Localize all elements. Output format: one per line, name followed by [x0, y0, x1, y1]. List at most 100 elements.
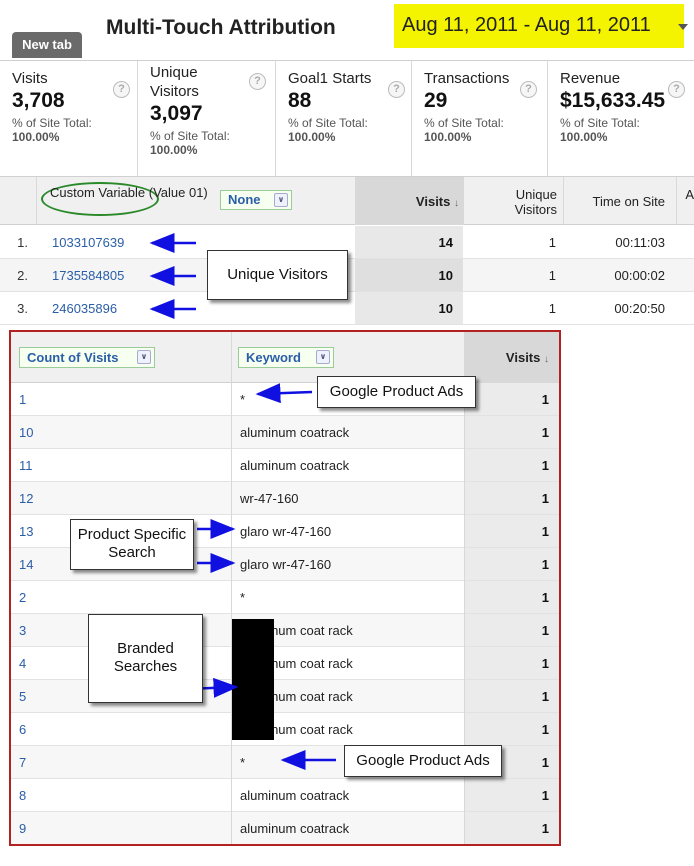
dimension-link[interactable]: 246035896	[52, 301, 117, 316]
callout-product-specific-search: Product Specific Search	[70, 519, 194, 570]
keyword-cell: aluminum coatrack	[240, 458, 350, 473]
visits-cell: 1	[541, 623, 549, 638]
visits-cell: 1	[541, 458, 549, 473]
keyword-cell: *	[240, 392, 246, 407]
metric-site-total-label: % of Site Total:	[150, 129, 230, 143]
row-index: 1.	[17, 235, 28, 250]
time-on-site-cell: 00:11:03	[615, 235, 665, 250]
keyword-select[interactable]: Keyword ∨	[238, 347, 334, 368]
metric-site-total: 100.00%	[288, 130, 336, 144]
help-icon[interactable]: ?	[668, 81, 685, 98]
count-link[interactable]: 5	[19, 689, 26, 704]
visits-header[interactable]: Visits ↓	[464, 350, 549, 365]
keyword-cell: aluminum coatrack	[240, 788, 350, 803]
table-row[interactable]: 6 aluminum coat rack 1	[11, 713, 559, 746]
keyword-cell: glaro wr-47-160	[240, 524, 332, 539]
visits-cell: 1	[541, 689, 549, 704]
chevron-down-icon	[678, 24, 688, 30]
table-row[interactable]: 12 wr-47-160 1	[11, 482, 559, 515]
count-link[interactable]: 7	[19, 755, 26, 770]
visits-cell: 1	[541, 491, 549, 506]
dimension-header[interactable]: Custom Variable (Value 01)	[50, 185, 210, 200]
visits-header-label: Visits	[505, 350, 541, 365]
help-icon[interactable]: ?	[249, 73, 266, 90]
table-row[interactable]: 11 aluminum coatrack 1	[11, 449, 559, 482]
keyword-cell: wr-47-160	[240, 491, 299, 506]
count-link[interactable]: 3	[19, 623, 26, 638]
secondary-dimension-value: None	[228, 192, 261, 207]
visits-cell: 1	[541, 656, 549, 671]
keyword-cell: aluminum coatrack	[240, 821, 350, 836]
row-index: 3.	[17, 301, 28, 316]
table-row[interactable]: 2 * 1	[11, 581, 559, 614]
visits-cell: 1	[541, 425, 549, 440]
count-link[interactable]: 6	[19, 722, 26, 737]
row-index: 2.	[17, 268, 28, 283]
count-link[interactable]: 9	[19, 821, 26, 836]
metrics-bar: Visits 3,708 % of Site Total: 100.00% ? …	[0, 60, 694, 177]
metric-site-total-label: % of Site Total:	[288, 116, 368, 130]
dimension-link[interactable]: 1735584805	[52, 268, 124, 283]
callout-google-product-ads-2: Google Product Ads	[344, 745, 502, 777]
count-of-visits-select[interactable]: Count of Visits ∨	[19, 347, 155, 368]
time-on-site-header[interactable]: Time on Site	[565, 194, 666, 209]
visits-cell: 1	[541, 557, 549, 572]
date-range-text: Aug 11, 2011 - Aug 11, 2011	[402, 14, 651, 36]
extra-header[interactable]: A	[676, 187, 694, 202]
visits-cell: 1	[541, 524, 549, 539]
count-link[interactable]: 1	[19, 392, 26, 407]
metric-site-total: 100.00%	[560, 130, 608, 144]
metric-value: 3,097	[150, 102, 203, 125]
visits-cell: 14	[438, 235, 453, 250]
count-link[interactable]: 11	[19, 458, 33, 473]
keyword-cell: *	[240, 590, 246, 605]
visits-cell: 1	[541, 722, 549, 737]
visits-header[interactable]: Visits ↓	[355, 194, 459, 211]
metric-site-total-label: % of Site Total:	[560, 116, 640, 130]
chevron-down-icon: ∨	[137, 350, 151, 364]
callout-google-product-ads: Google Product Ads	[317, 376, 476, 408]
count-link[interactable]: 10	[19, 425, 33, 440]
callout-unique-visitors: Unique Visitors	[207, 250, 348, 300]
metric-goal1-starts: Goal1 Starts 88 % of Site Total: 100.00%…	[276, 61, 412, 176]
metric-site-total: 100.00%	[150, 143, 198, 157]
sort-down-icon: ↓	[454, 198, 459, 209]
unique-visitors-cell: 1	[548, 235, 556, 250]
count-link[interactable]: 2	[19, 590, 26, 605]
help-icon[interactable]: ?	[520, 81, 537, 98]
count-link[interactable]: 4	[19, 656, 26, 671]
visits-cell: 1	[541, 590, 549, 605]
metric-visits: Visits 3,708 % of Site Total: 100.00% ?	[0, 61, 138, 176]
table-row[interactable]: 1 * 1	[11, 383, 559, 416]
unique-visitors-header[interactable]: Unique Visitors	[473, 187, 557, 217]
new-tab-button[interactable]: New tab	[12, 32, 82, 58]
unique-visitors-cell: 1	[548, 268, 556, 283]
visits-cell: 10	[438, 301, 453, 316]
visits-cell: 1	[541, 821, 549, 836]
visits-cell: 1	[541, 788, 549, 803]
visits-cell: 10	[438, 268, 453, 283]
help-icon[interactable]: ?	[113, 81, 130, 98]
chevron-down-icon: ∨	[316, 350, 330, 364]
visits-cell: 1	[541, 392, 549, 407]
table-row[interactable]: 9 aluminum coatrack 1	[11, 812, 559, 844]
time-on-site-cell: 00:00:02	[614, 268, 665, 283]
count-link[interactable]: 14	[19, 557, 33, 572]
table-row[interactable]: 10 aluminum coatrack 1	[11, 416, 559, 449]
secondary-dimension-select[interactable]: None ∨	[220, 190, 292, 210]
count-link[interactable]: 13	[19, 524, 33, 539]
metric-site-total-label: % of Site Total:	[12, 116, 92, 130]
date-range-picker[interactable]: Aug 11, 2011 - Aug 11, 2011	[394, 4, 688, 48]
metric-transactions: Transactions 29 % of Site Total: 100.00%…	[412, 61, 548, 176]
dimension-link[interactable]: 1033107639	[52, 235, 124, 250]
count-link[interactable]: 12	[19, 491, 33, 506]
keyword-label: Keyword	[246, 350, 301, 365]
keyword-cell: *	[240, 755, 246, 770]
count-link[interactable]: 8	[19, 788, 26, 803]
unique-visitors-cell: 1	[548, 301, 556, 316]
metric-revenue: Revenue $15,633.45 % of Site Total: 100.…	[548, 61, 694, 176]
report-title: Multi-Touch Attribution	[106, 16, 336, 39]
table-row[interactable]: 8 aluminum coatrack 1	[11, 779, 559, 812]
visits-header-label: Visits	[415, 194, 451, 209]
help-icon[interactable]: ?	[388, 81, 405, 98]
